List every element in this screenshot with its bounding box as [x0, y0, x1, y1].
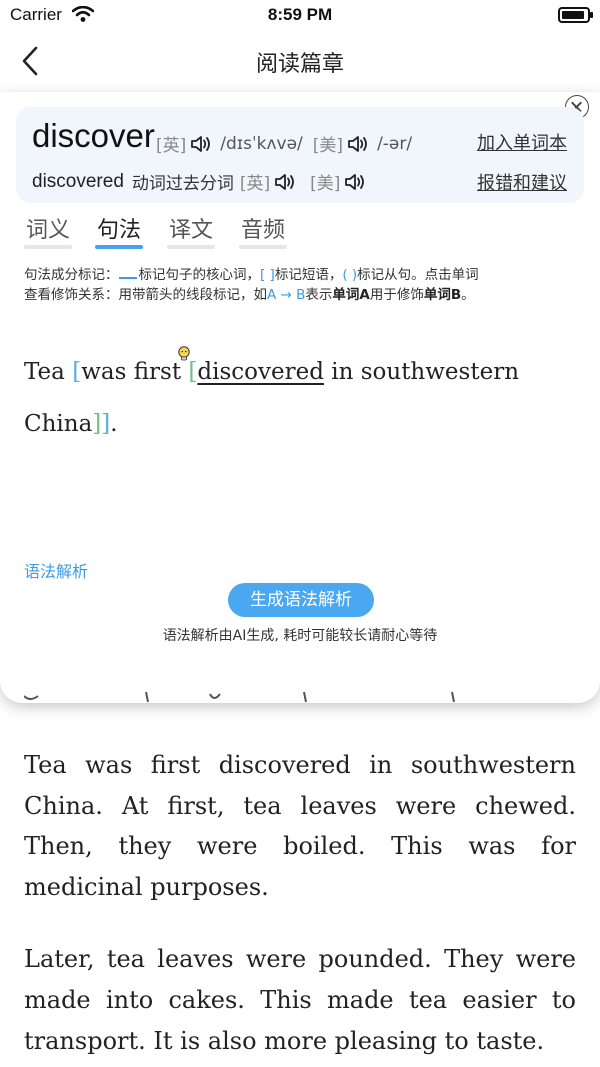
sentence-word[interactable]: Tea	[24, 359, 65, 385]
form-us-tag: [美]	[310, 174, 341, 194]
legend-text: 标记句子的核心词，	[138, 267, 261, 283]
tab-audio[interactable]: 音频	[239, 212, 287, 249]
article-paragraph-2[interactable]: Later, tea leaves were pounded. They wer…	[24, 939, 576, 1061]
tab-meaning[interactable]: 词义	[24, 212, 72, 249]
generate-analysis-button[interactable]: 生成语法解析	[228, 583, 374, 617]
legend-text: 表示	[305, 287, 333, 303]
word-form: discovered	[32, 170, 124, 192]
tab-syntax-label: 句法	[96, 218, 141, 243]
word-form-desc: 动词过去分词	[131, 174, 234, 194]
legend-word-a: 单词A	[332, 287, 370, 303]
clock: 8:59 PM	[267, 5, 333, 24]
syntax-legend: 句法成分标记： 标记句子的核心词，[ ]标记短语，( )标记从句。点击单词 查看修…	[24, 265, 576, 305]
tab-syntax[interactable]: 句法	[95, 212, 143, 249]
status-bar: Carrier 8:59 PM	[0, 0, 600, 32]
core-word[interactable]: discovered	[197, 359, 324, 385]
uk-phonetic: /dɪsˈkʌvə/	[220, 133, 303, 154]
sentence-period: .	[110, 411, 118, 437]
phrase-marker: [ ]	[260, 267, 275, 283]
uk-tag: [英]	[156, 136, 187, 156]
hidden-text-peek	[24, 691, 455, 703]
tab-underline	[239, 245, 287, 249]
speaker-uk-icon[interactable]	[190, 134, 212, 154]
us-tag: [美]	[312, 136, 344, 156]
word-card: discover [英] /dɪsˈkʌvə/ [美] /-ər/ 加入单词本 …	[16, 107, 584, 203]
nav-bar: 阅读篇章	[0, 32, 600, 90]
pronunciation-row: [英] /dɪsˈkʌvə/ [美] /-ər/	[156, 131, 413, 157]
legend-text: 用于修饰	[369, 287, 424, 303]
modifier-example: A → B	[267, 287, 306, 303]
speaker-us-icon[interactable]	[347, 134, 369, 154]
phrase-bracket-close: ]	[92, 411, 102, 437]
tab-meaning-label: 词义	[25, 218, 70, 243]
word-popup: discover [英] /dɪsˈkʌvə/ [美] /-ər/ 加入单词本 …	[0, 92, 600, 703]
page-title: 阅读篇章	[255, 52, 344, 77]
core-word-marker	[118, 267, 137, 279]
battery-icon	[558, 7, 593, 23]
tab-translation-label: 译文	[168, 218, 213, 243]
speaker-form-uk-icon[interactable]	[274, 172, 296, 192]
tab-underline	[167, 245, 215, 249]
sentence-word[interactable]: was first	[81, 359, 181, 385]
headword: discover	[32, 117, 155, 154]
tab-underline	[95, 245, 143, 249]
article-paragraph-1[interactable]: Tea was first discovered in southwestern…	[24, 745, 576, 907]
report-error-link[interactable]: 报错和建议	[477, 169, 567, 195]
us-phonetic: /-ər/	[377, 133, 413, 154]
lightbulb-icon	[178, 346, 190, 361]
phrase-bracket-close: ]	[101, 411, 111, 437]
legend-text: 。	[461, 287, 475, 303]
add-to-vocabulary-link[interactable]: 加入单词本	[477, 129, 567, 155]
legend-text: 句法成分标记：	[24, 267, 119, 283]
tab-translation[interactable]: 译文	[167, 212, 215, 249]
legend-text: 标记从句。点击单词	[357, 267, 479, 283]
grammar-analysis-label: 语法解析	[24, 562, 89, 581]
form-uk-tag: [英]	[239, 174, 271, 194]
tab-audio-label: 音频	[240, 218, 285, 243]
word-form-row: discovered 动词过去分词 [英] [美]	[32, 169, 370, 194]
generate-note: 语法解析由AI生成, 耗时可能较长请耐心等待	[162, 628, 438, 644]
speaker-form-us-icon[interactable]	[344, 172, 366, 192]
clause-marker: ( )	[342, 267, 358, 283]
legend-text: 查看修饰关系：用带箭头的线段标记，如	[24, 287, 267, 303]
phrase-bracket-open: [	[72, 359, 82, 385]
legend-word-b: 单词B	[423, 287, 462, 303]
article-body: Tea was first discovered in southwestern…	[24, 745, 576, 1067]
analyzed-sentence: Tea [was first [discovered in southweste…	[24, 346, 576, 450]
tab-underline	[24, 245, 72, 249]
legend-text: 标记短语，	[274, 267, 343, 283]
